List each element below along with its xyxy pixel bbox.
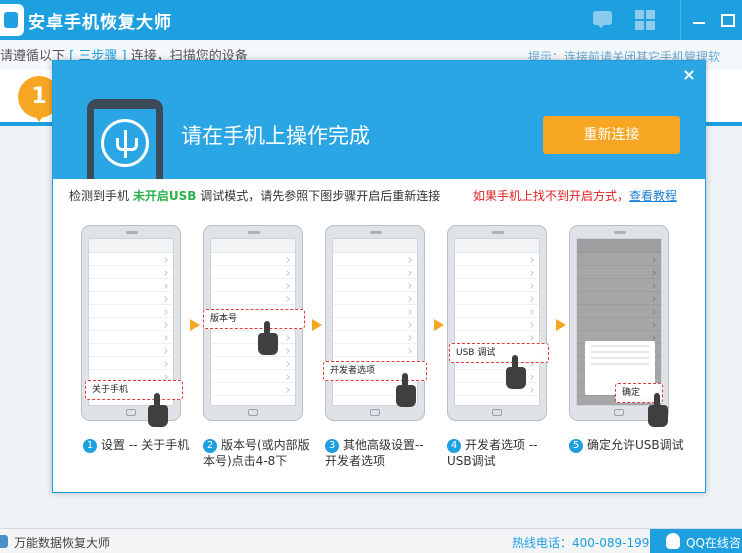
detect-suffix: 调试模式，请先参照下图步骤开启后重新连接 <box>200 189 441 203</box>
hand-pointer-icon <box>255 321 281 355</box>
hotline-text: 热线电话：400-089-1998 <box>512 536 658 550</box>
step-3-text: 其他高级设置-- 开发者选项 <box>325 438 424 468</box>
step-4-number: 4 <box>447 439 461 453</box>
close-icon[interactable]: × <box>680 66 698 84</box>
dialog-header: × 请在手机上操作完成 重新连接 <box>53 61 705 179</box>
titlebar-divider <box>680 0 681 40</box>
dialog-title: 请在手机上操作完成 <box>181 124 370 148</box>
reconnect-button[interactable]: 重新连接 <box>543 116 680 154</box>
step-4-caption: 4 开发者选项 -- USB调试 <box>447 437 559 469</box>
hand-pointer-icon <box>645 393 671 427</box>
arrow-right-icon <box>434 319 444 331</box>
step-1-caption: 1 设置 -- 关于手机 <box>83 437 193 453</box>
step-4-phone <box>447 225 547 421</box>
step-3-number: 3 <box>325 439 339 453</box>
usb-icon <box>101 119 149 167</box>
app-logo-icon <box>0 4 24 36</box>
arrow-right-icon <box>190 319 200 331</box>
hand-pointer-icon <box>145 393 171 427</box>
step-5-text: 确定允许USB调试 <box>587 438 684 452</box>
maximize-button[interactable] <box>716 8 740 32</box>
bottom-bar: 万能数据恢复大师 热线电话：400-089-1998 QQ在线咨 <box>0 528 742 553</box>
badge-pointer <box>31 110 47 130</box>
grid-menu-icon[interactable] <box>633 8 657 32</box>
qq-consult-button[interactable]: QQ在线咨 <box>650 529 742 553</box>
help-text: 如果手机上找不到开启方式，查看教程 <box>473 187 677 204</box>
qq-label: QQ在线咨 <box>686 536 741 550</box>
qq-icon <box>666 533 680 549</box>
detect-prefix: 检测到手机 <box>69 189 130 203</box>
step-5-number: 5 <box>569 439 583 453</box>
step-2-highlight: 版本号 <box>203 309 305 329</box>
arrow-right-icon <box>556 319 566 331</box>
brand-logo-icon <box>0 535 8 548</box>
brand-link[interactable]: 万能数据恢复大师 <box>14 534 110 551</box>
step-2-number: 2 <box>203 439 217 453</box>
view-tutorial-link[interactable]: 查看教程 <box>629 189 677 203</box>
step-1-text: 设置 -- 关于手机 <box>101 438 190 452</box>
step-2-text: 版本号(或内部版本号)点击4-8下 <box>203 438 310 468</box>
step-2-caption: 2 版本号(或内部版本号)点击4-8下 <box>203 437 315 469</box>
step-3-caption: 3 其他高级设置-- 开发者选项 <box>325 437 437 469</box>
feedback-chat-icon[interactable] <box>591 8 615 32</box>
usb-debug-dialog: × 请在手机上操作完成 重新连接 检测到手机 未开启USB 调试模式，请先参照下… <box>52 60 706 493</box>
app-title: 安卓手机恢复大师 <box>28 13 172 33</box>
phone-screen <box>576 238 662 406</box>
phone-screen <box>94 109 156 179</box>
minimize-button[interactable] <box>688 8 712 32</box>
hand-pointer-icon <box>393 373 419 407</box>
help-question: 如果手机上找不到开启方式， <box>473 189 630 203</box>
step-5-caption: 5 确定允许USB调试 <box>569 437 691 453</box>
usb-status: 未开启USB <box>132 189 197 203</box>
detect-status-text: 检测到手机 未开启USB 调试模式，请先参照下图步骤开启后重新连接 <box>69 187 440 204</box>
step-4-text: 开发者选项 -- USB调试 <box>447 438 538 468</box>
phone-illustration <box>87 99 163 179</box>
hand-pointer-icon <box>503 355 529 389</box>
step-4-highlight: USB 调试 <box>449 343 549 363</box>
title-bar: 安卓手机恢复大师 <box>0 0 742 40</box>
step-1-number: 1 <box>83 439 97 453</box>
arrow-right-icon <box>312 319 322 331</box>
